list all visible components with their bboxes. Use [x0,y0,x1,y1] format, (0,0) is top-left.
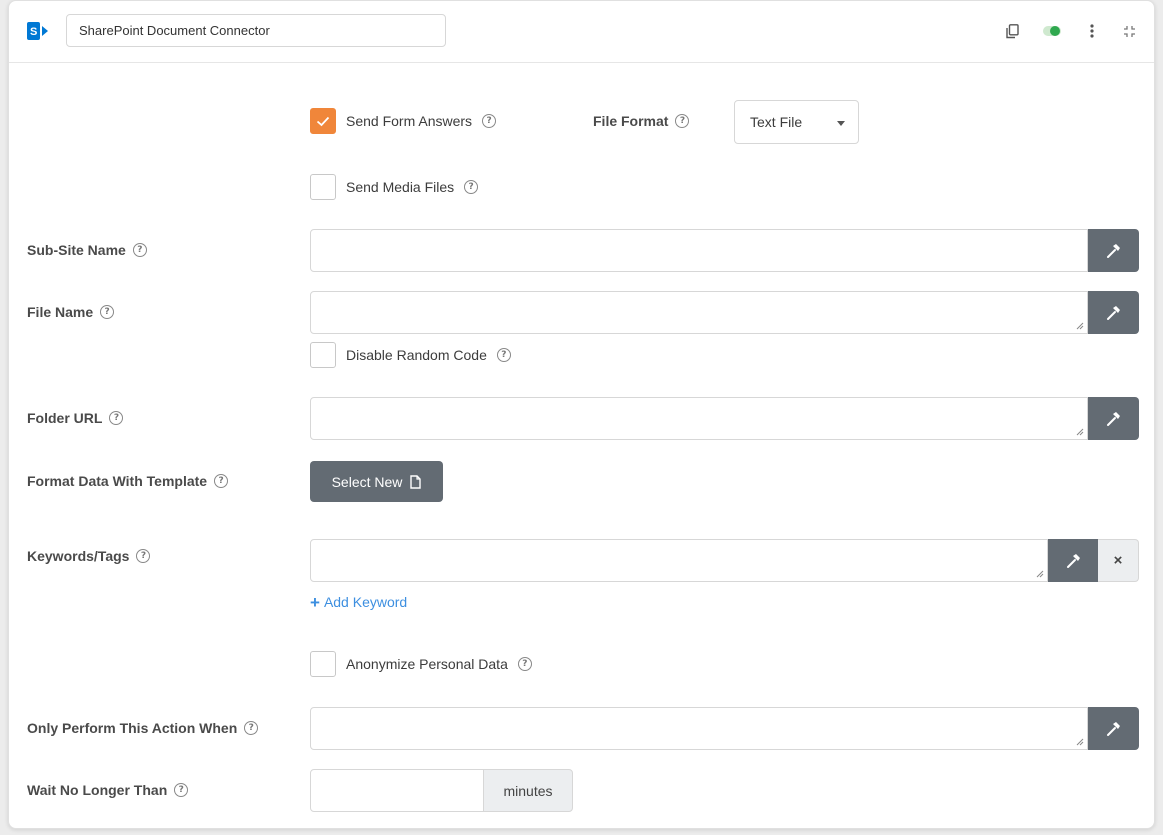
sub-site-name-label: Sub-Site Name ? [27,240,147,260]
add-keyword-label: Add Keyword [323,594,408,610]
help-icon[interactable]: ? [464,180,479,194]
select-new-label: Select New [331,473,403,490]
send-form-answers-label: Send Form Answers [346,113,473,129]
keyword-input[interactable] [310,539,1048,582]
send-media-files-row: Send Media Files ? [310,174,479,200]
file-icon [410,474,422,489]
connector-title-input[interactable]: SharePoint Document Connector [66,14,446,47]
magic-wand-icon [1066,553,1080,568]
caret-down-icon [837,121,845,126]
help-icon[interactable]: ? [136,549,151,563]
only-perform-input[interactable] [310,707,1088,750]
format-template-label-text: Format Data With Template [27,473,208,489]
folder-url-label: Folder URL ? [27,408,124,428]
folder-url-input[interactable] [310,397,1088,440]
help-icon[interactable]: ? [517,657,532,671]
anonymize-label: Anonymize Personal Data [346,656,508,672]
send-form-answers-checkbox[interactable] [310,108,336,134]
keywords-label-text: Keywords/Tags [27,548,130,564]
magic-wand-button[interactable] [1088,707,1139,750]
collapse-icon[interactable] [1122,23,1136,39]
help-icon[interactable]: ? [482,114,497,128]
resize-handle-icon[interactable] [1076,738,1084,746]
disable-random-code-row: Disable Random Code ? [310,342,511,368]
toggle-track [1043,26,1061,36]
only-perform-label-text: Only Perform This Action When [27,720,238,736]
magic-wand-button[interactable] [1088,291,1139,334]
file-name-label: File Name ? [27,302,115,322]
anonymize-checkbox[interactable] [310,651,336,677]
plus-icon: + [310,592,320,612]
help-icon[interactable]: ? [214,474,229,488]
help-icon[interactable]: ? [174,783,189,797]
sharepoint-icon: S [27,22,48,40]
magic-wand-icon [1106,411,1120,426]
svg-text:S: S [30,26,37,38]
minutes-addon: minutes [483,769,573,812]
resize-handle-icon[interactable] [1036,570,1044,578]
magic-wand-icon [1106,305,1120,320]
send-media-files-checkbox[interactable] [310,174,336,200]
file-format-select[interactable]: Text File [734,100,859,144]
format-template-label: Format Data With Template ? [27,471,229,491]
toggle-icon[interactable] [1043,23,1061,39]
sub-site-name-input[interactable] [310,229,1088,272]
more-vertical-icon[interactable] [1087,23,1097,39]
file-format-label-text: File Format [593,113,669,129]
sub-site-name-label-text: Sub-Site Name [27,242,126,258]
file-format-label: File Format ? [593,111,690,131]
only-perform-label: Only Perform This Action When ? [27,718,259,738]
help-icon[interactable]: ? [244,721,259,735]
magic-wand-button[interactable] [1048,539,1099,582]
send-form-answers-row: Send Form Answers ? [310,108,497,134]
magic-wand-icon [1106,243,1120,258]
checkmark-icon [316,116,330,126]
magic-wand-button[interactable] [1088,397,1139,440]
card-header: S SharePoint Document Connector [9,1,1154,63]
file-format-value: Text File [750,114,803,130]
resize-handle-icon[interactable] [1076,322,1084,330]
help-icon[interactable]: ? [100,305,115,319]
file-name-input[interactable] [310,291,1088,334]
wait-minutes-input[interactable] [310,769,484,812]
disable-random-code-label: Disable Random Code [346,347,487,363]
remove-keyword-button[interactable]: × [1098,539,1139,582]
magic-wand-icon [1106,721,1120,736]
help-icon[interactable]: ? [496,348,511,362]
toggle-knob [1050,26,1060,36]
wait-label-text: Wait No Longer Than [27,782,168,798]
select-new-template-button[interactable]: Select New [310,461,443,502]
help-icon[interactable]: ? [132,243,147,257]
disable-random-code-checkbox[interactable] [310,342,336,368]
send-media-files-label: Send Media Files [346,179,455,195]
connector-card: S SharePoint Document Connector Send For… [8,0,1155,829]
help-icon[interactable]: ? [675,114,690,128]
copy-icon[interactable] [1005,23,1019,39]
wait-label: Wait No Longer Than ? [27,780,189,800]
magic-wand-button[interactable] [1088,229,1139,272]
file-name-label-text: File Name [27,304,94,320]
folder-url-label-text: Folder URL [27,410,103,426]
help-icon[interactable]: ? [109,411,124,425]
add-keyword-link[interactable]: + Add Keyword [310,592,407,612]
anonymize-row: Anonymize Personal Data ? [310,651,532,677]
resize-handle-icon[interactable] [1076,428,1084,436]
keywords-label: Keywords/Tags ? [27,546,151,566]
